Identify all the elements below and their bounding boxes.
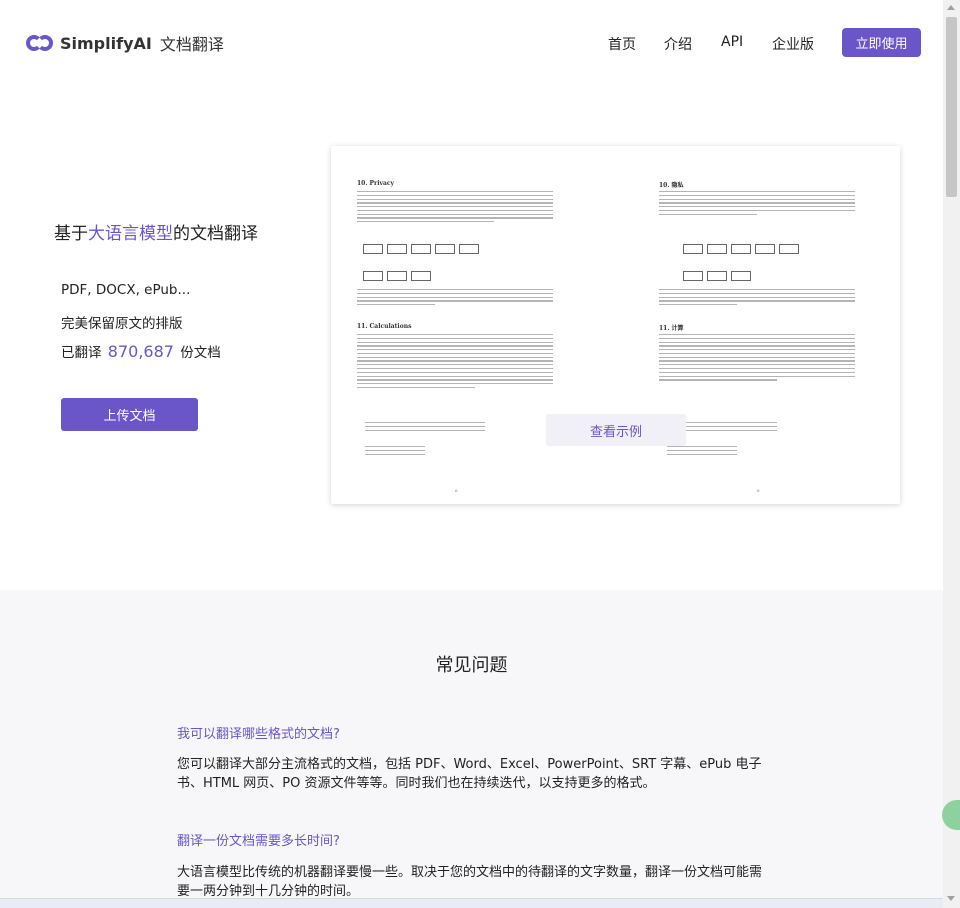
- paragraph-lines: [357, 191, 553, 225]
- hero-title: 基于大语言模型的文档翻译: [54, 219, 258, 244]
- page-number: 6: [455, 488, 458, 493]
- nav-api[interactable]: API: [721, 34, 743, 50]
- section-title-calculations-cn: 11. 计算: [659, 325, 684, 332]
- formula-lines: [365, 422, 485, 433]
- translated-count: 已翻译 870,687 份文档: [61, 341, 221, 361]
- faq-question[interactable]: 翻译一份文档需要多长时间?: [177, 830, 340, 849]
- original-page: 10. Privacy 11. Calculations 6: [355, 146, 555, 504]
- faq-section: 常见问题 我可以翻译哪些格式的文档? 您可以翻译大部分主流格式的文档，包括 PD…: [0, 590, 943, 908]
- use-now-button[interactable]: 立即使用: [842, 28, 921, 57]
- scroll-thumb[interactable]: [946, 17, 957, 197]
- hero-title-suffix: 的文档翻译: [173, 224, 258, 244]
- header: SimplifyAI 文档翻译 首页 介绍 API 企业版 立即使用: [0, 0, 943, 86]
- flow-diagram: [363, 271, 435, 281]
- product-name: 文档翻译: [159, 35, 224, 54]
- hero-title-highlight: 大语言模型: [88, 224, 173, 244]
- page-number: 6: [757, 488, 760, 493]
- formula: [365, 446, 425, 457]
- view-example-button[interactable]: 查看示例: [546, 414, 686, 446]
- count-suffix: 份文档: [180, 345, 221, 361]
- flow-diagram: [363, 244, 483, 254]
- nav-intro[interactable]: 介绍: [664, 34, 692, 54]
- scroll-down-icon[interactable]: [947, 896, 955, 901]
- upload-document-button[interactable]: 上传文档: [61, 398, 198, 431]
- formula: [667, 446, 737, 457]
- section-title-privacy-cn: 10. 隐私: [659, 182, 684, 189]
- bottom-bar: [0, 898, 943, 908]
- hero-title-prefix: 基于: [54, 224, 88, 244]
- section-title-calculations: 11. Calculations: [357, 323, 412, 330]
- paragraph-lines: [357, 334, 553, 391]
- count-prefix: 已翻译: [61, 345, 102, 361]
- layout-feature: 完美保留原文的排版: [61, 316, 183, 332]
- brand-name: SimplifyAI: [60, 33, 152, 53]
- count-value: 870,687: [107, 342, 174, 361]
- translation-preview[interactable]: 10. Privacy 11. Calculations 6 10. 隐私 11…: [331, 146, 900, 504]
- page-scrollbar[interactable]: [943, 0, 960, 908]
- flow-diagram: [683, 271, 755, 281]
- faq-answer: 您可以翻译大部分主流格式的文档，包括 PDF、Word、Excel、PowerP…: [177, 757, 762, 791]
- nav-enterprise[interactable]: 企业版: [772, 34, 814, 54]
- logo-icon: [26, 33, 54, 53]
- section-title-privacy: 10. Privacy: [357, 180, 394, 187]
- flow-diagram: [683, 244, 803, 254]
- paragraph-lines: [357, 289, 553, 308]
- paragraph-lines: [659, 334, 855, 383]
- nav-home[interactable]: 首页: [608, 34, 636, 54]
- scroll-up-icon[interactable]: [947, 5, 955, 10]
- paragraph-lines: [659, 191, 855, 217]
- faq-question[interactable]: 我可以翻译哪些格式的文档?: [177, 723, 340, 742]
- translated-page: 10. 隐私 11. 计算 6: [657, 146, 857, 504]
- supported-formats: PDF, DOCX, ePub...: [61, 282, 191, 298]
- logo[interactable]: SimplifyAI 文档翻译: [26, 31, 224, 55]
- formula-lines: [677, 422, 777, 433]
- faq-answer: 大语言模型比传统的机器翻译要慢一些。取决于您的文档中的待翻译的文字数量，翻译一份…: [177, 865, 763, 899]
- paragraph-lines: [659, 289, 855, 308]
- faq-title: 常见问题: [435, 655, 508, 676]
